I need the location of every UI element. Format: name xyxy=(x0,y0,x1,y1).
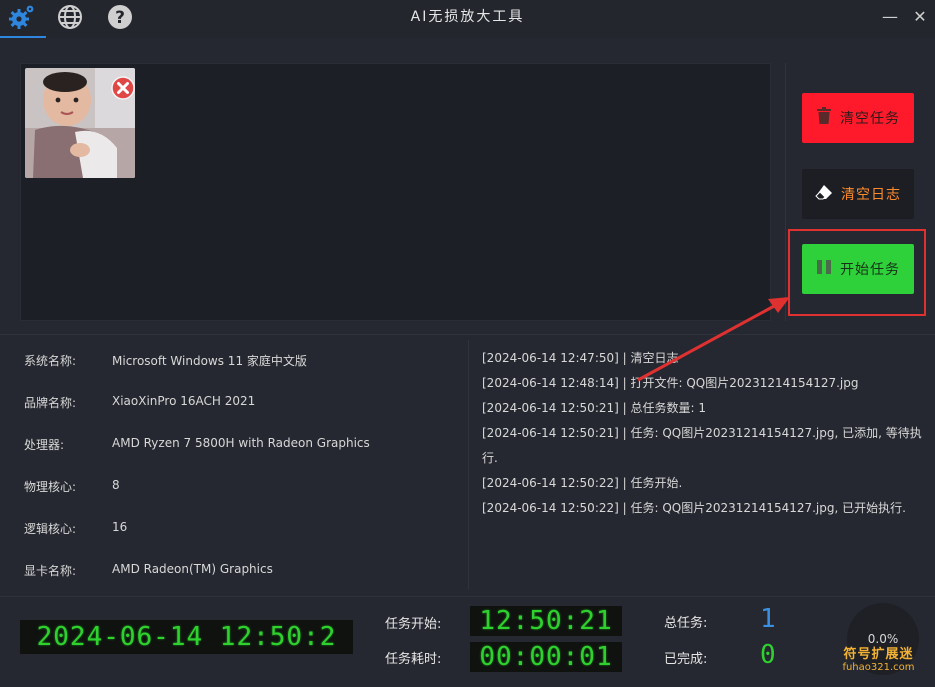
title-bar: ? AI无损放大工具 — ✕ xyxy=(0,0,935,38)
log-panel[interactable]: [2024-06-14 12:47:50] | 清空日志 [2024-06-14… xyxy=(482,346,926,521)
watermark: 符号扩展迷 fuhao321.com xyxy=(826,647,931,684)
clear-tasks-label: 清空任务 xyxy=(840,111,900,127)
progress-percent: 0.0% xyxy=(867,632,899,646)
info-key: 物理核心: xyxy=(24,480,77,494)
divider xyxy=(0,596,935,597)
info-key: 品牌名称: xyxy=(24,396,77,410)
completed-count: 0 xyxy=(760,640,776,670)
remove-icon[interactable] xyxy=(111,76,135,100)
annotation-highlight-box xyxy=(788,229,926,316)
log-line: [2024-06-14 12:50:21] | 总任务数量: 1 xyxy=(482,401,706,415)
clock-display: 2024-06-14 12:50:2 xyxy=(20,620,353,654)
divider xyxy=(0,334,935,335)
clear-log-button[interactable]: 清空日志 xyxy=(802,169,914,219)
info-value: 8 xyxy=(112,478,120,492)
task-elapsed-label: 任务耗时: xyxy=(385,652,442,667)
app-title: AI无损放大工具 xyxy=(410,9,525,25)
active-tab-indicator xyxy=(0,36,46,38)
task-thumbnail[interactable] xyxy=(25,68,135,178)
info-key: 逻辑核心: xyxy=(24,522,77,536)
info-value: XiaoXinPro 16ACH 2021 xyxy=(112,394,256,408)
task-elapsed-display: 00:00:01 xyxy=(470,642,622,672)
eraser-icon xyxy=(815,184,833,204)
info-value: AMD Radeon(TM) Graphics xyxy=(112,562,273,576)
close-button[interactable]: ✕ xyxy=(910,6,930,26)
divider xyxy=(468,340,469,590)
clear-tasks-button[interactable]: 清空任务 xyxy=(802,93,914,143)
info-key: 系统名称: xyxy=(24,354,77,368)
log-line: [2024-06-14 12:48:14] | 打开文件: QQ图片202312… xyxy=(482,376,859,390)
info-value: AMD Ryzen 7 5800H with Radeon Graphics xyxy=(112,436,370,450)
log-line: [2024-06-14 12:50:22] | 任务: QQ图片20231214… xyxy=(482,501,906,515)
log-line: [2024-06-14 12:50:21] | 任务: QQ图片20231214… xyxy=(482,426,922,465)
log-line: [2024-06-14 12:50:22] | 任务开始. xyxy=(482,476,683,490)
info-value: 16 xyxy=(112,520,128,534)
watermark-title: 符号扩展迷 xyxy=(843,647,914,662)
info-key: 显卡名称: xyxy=(24,564,77,578)
completed-label: 已完成: xyxy=(664,652,708,667)
divider xyxy=(785,63,786,321)
watermark-url: fuhao321.com xyxy=(842,662,915,674)
total-tasks-label: 总任务: xyxy=(664,616,708,631)
total-tasks-count: 1 xyxy=(760,604,776,634)
info-key: 处理器: xyxy=(24,438,65,452)
task-start-label: 任务开始: xyxy=(385,617,442,632)
info-value: Microsoft Windows 11 家庭中文版 xyxy=(112,354,307,368)
trash-icon xyxy=(816,107,832,129)
minimize-button[interactable]: — xyxy=(880,6,900,26)
log-line: [2024-06-14 12:47:50] | 清空日志 xyxy=(482,351,679,365)
task-start-display: 12:50:21 xyxy=(470,606,622,636)
task-list-panel[interactable] xyxy=(20,63,771,321)
clear-log-label: 清空日志 xyxy=(841,187,901,203)
